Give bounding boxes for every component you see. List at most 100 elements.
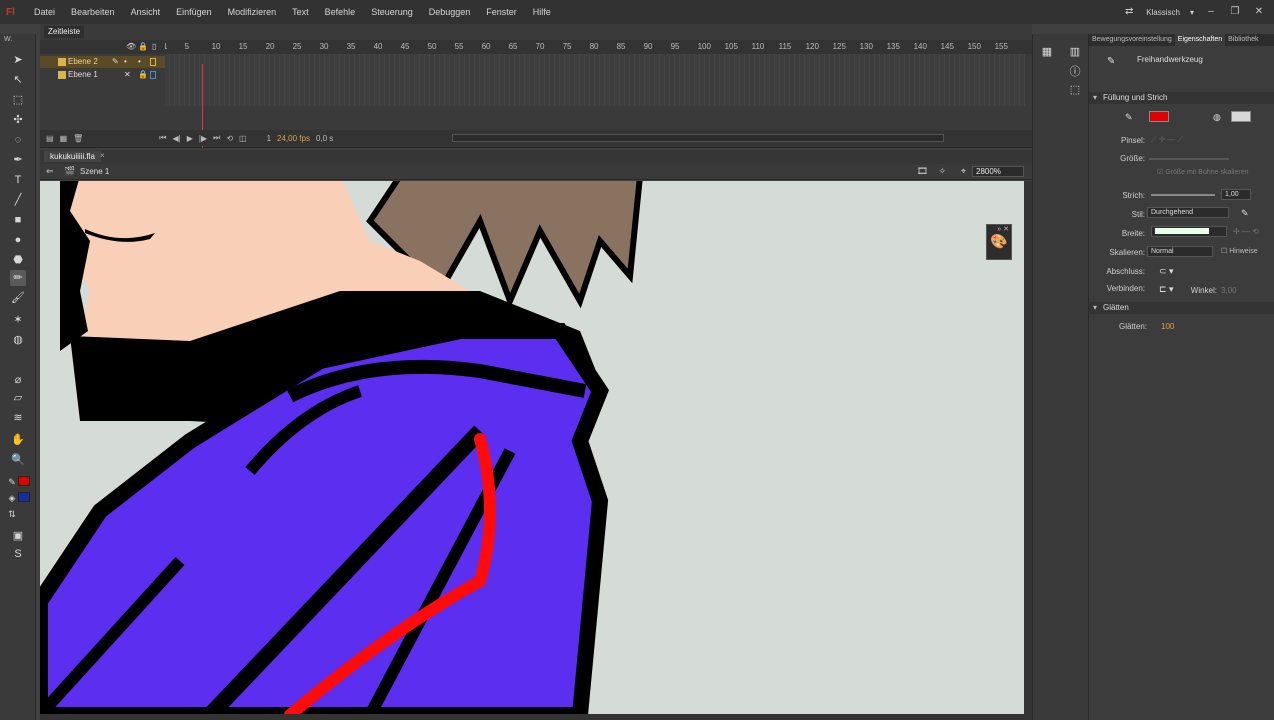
back-arrow-icon[interactable]: ⇐ [46,166,54,177]
edit-scene-icon[interactable]: 🎞 [917,166,928,177]
style-dropdown[interactable]: Durchgehend [1147,207,1229,218]
go-to-first-icon[interactable]: ⏮ [159,133,166,143]
stage-canvas[interactable] [40,181,1024,715]
visibility-dot-icon[interactable]: • [124,56,127,68]
sync-settings-icon[interactable]: ⇄ [1122,6,1136,18]
hidden-x-icon[interactable]: ✕ [124,69,131,81]
width-profile-dropdown[interactable] [1151,226,1227,237]
stage-horizontal-scrollbar[interactable] [40,714,1032,720]
cap-dropdown[interactable]: ⊂ ▾ [1159,266,1174,277]
tab-library[interactable]: Bibliothek [1225,34,1261,46]
join-dropdown[interactable]: ⊏ ▾ [1159,284,1174,295]
tab-properties[interactable]: Eigenschaften [1174,34,1226,46]
section-smoothing[interactable]: Glätten [1089,302,1274,314]
document-tab[interactable]: kukukuiiiii.fla [44,151,101,162]
new-folder-icon[interactable]: ▦ [60,134,68,143]
brush-tool-icon[interactable]: 🖌 [10,290,26,306]
transform-panel-icon[interactable]: ⬚ [1067,82,1083,98]
hand-tool-icon[interactable]: ✋ [10,432,26,448]
smooth-option-icon[interactable]: S [10,546,26,562]
menu-item[interactable]: Fenster [478,7,525,17]
smooth-value[interactable]: 100 [1161,322,1174,331]
selection-tool-icon[interactable]: ➤ [10,52,26,68]
floating-mini-panel[interactable]: » ✕ 🎨 [986,224,1012,260]
zoom-dropdown[interactable]: 2800% [972,166,1024,177]
workspace-switcher[interactable]: Klassisch [1146,8,1180,17]
center-stage-icon[interactable]: ⌖ [961,166,966,177]
frame-ruler[interactable]: 1 5 10 15 20 25 30 35 40 45 50 55 60 65 70 75 80 85 90 95 10… [165,40,1025,54]
scene-breadcrumb[interactable]: Szene 1 [80,167,109,176]
section-fill-stroke[interactable]: Füllung und Strich [1089,92,1274,104]
layer-row[interactable]: Ebene 2 ✎ • • [40,56,165,68]
stroke-width-input[interactable]: 1,00 [1221,189,1251,200]
menu-item[interactable]: Debuggen [421,7,479,17]
pen-tool-icon[interactable]: ✒ [10,152,26,168]
tools-panel-grip-icon[interactable]: W. [4,36,12,43]
minimize-button[interactable]: – [1204,6,1218,18]
outline-icon[interactable]: ▯ [152,42,156,51]
fill-color-picker[interactable] [1231,111,1251,122]
color-panel-icon[interactable]: ▥ [1067,44,1083,60]
tab-motion-presets[interactable]: Bewegungsvoreinstellung [1089,34,1175,46]
step-forward-icon[interactable]: |▶ [199,134,207,143]
free-transform-tool-icon[interactable]: ⬚ [10,92,26,108]
step-back-icon[interactable]: ◀| [172,134,180,143]
frame-area[interactable]: 1 5 10 15 20 25 30 35 40 45 50 55 60 65 70 75 80 85 90 95 10… [165,40,1025,106]
polystar-tool-icon[interactable]: ⬣ [10,252,26,268]
width-tool-icon[interactable]: ≋ [10,410,26,426]
close-tab-icon[interactable]: × [100,151,105,160]
go-to-last-icon[interactable]: ⏭ [213,133,220,143]
eyedropper-tool-icon[interactable]: ⌀ [10,372,26,388]
lock-icon[interactable]: 🔒 [138,69,148,81]
chevron-down-icon[interactable]: ▾ [1190,8,1194,17]
menu-item[interactable]: Text [284,7,317,17]
scale-dropdown[interactable]: Normal [1147,246,1213,257]
brush-library-icon[interactable]: 🎨 [987,233,1011,250]
eraser-tool-icon[interactable]: ▱ [10,390,26,406]
swap-colors-icon[interactable]: ⇅ [4,506,20,522]
object-drawing-mode-icon[interactable]: ▣ [10,528,26,544]
menu-item[interactable]: Datei [26,7,63,17]
pencil-tool-icon[interactable]: ✏ [10,270,26,286]
loop-icon[interactable]: ⟲ [226,134,233,143]
stage-vertical-scrollbar[interactable] [1024,181,1032,715]
play-icon[interactable]: ▶ [187,134,193,143]
mini-panel-controls[interactable]: » ✕ [987,225,1011,233]
paint-bucket-tool-icon[interactable]: ◍ [10,332,26,348]
edit-symbol-icon[interactable]: ✧ [938,166,946,177]
menu-item[interactable]: Modifizieren [220,7,285,17]
menu-item[interactable]: Befehle [317,7,364,17]
lock-icon[interactable]: 🔒 [138,42,148,51]
menu-item[interactable]: Hilfe [525,7,559,17]
text-tool-icon[interactable]: T [10,172,26,188]
lock-dot-icon[interactable]: • [138,56,141,68]
menu-item[interactable]: Einfügen [168,7,220,17]
oval-tool-icon[interactable]: ● [10,232,26,248]
menu-item[interactable]: Ansicht [123,7,169,17]
onion-skin-icon[interactable]: ◫ [239,134,247,143]
delete-layer-icon[interactable]: 🗑 [73,134,83,143]
info-panel-icon[interactable]: ⓘ [1067,64,1083,80]
frame-grid[interactable] [165,54,1025,106]
zoom-tool-icon[interactable]: 🔍 [10,452,26,468]
rectangle-tool-icon[interactable]: ■ [10,212,26,228]
outline-color-icon[interactable] [150,71,156,79]
restore-button[interactable]: ❐ [1228,6,1242,18]
angle-value[interactable]: 3,00 [1221,286,1241,295]
outline-color-icon[interactable] [150,58,156,66]
width-options-icon[interactable]: ✢ — ⟲ [1233,227,1259,236]
new-layer-icon[interactable]: ▤ [46,134,54,143]
3d-rotation-tool-icon[interactable]: ✣ [10,112,26,128]
stroke-slider[interactable] [1151,194,1215,196]
layer-row[interactable]: Ebene 1 ✕ 🔒 [40,69,165,81]
align-panel-icon[interactable]: ▦ [1039,44,1055,60]
timeline-scrollbar[interactable] [452,134,944,142]
eye-icon[interactable]: 👁 [126,42,136,51]
menu-item[interactable]: Bearbeiten [63,7,123,17]
lasso-tool-icon[interactable]: ◌ [10,132,26,148]
timeline-tab[interactable]: Zeitleiste [44,26,85,38]
fps-readout[interactable]: 24,00 fps [277,134,310,143]
hints-checkbox[interactable]: ☐ Hinweise [1221,247,1258,255]
bone-tool-icon[interactable]: ✶ [10,312,26,328]
edit-style-icon[interactable]: ✎ [1241,208,1249,219]
